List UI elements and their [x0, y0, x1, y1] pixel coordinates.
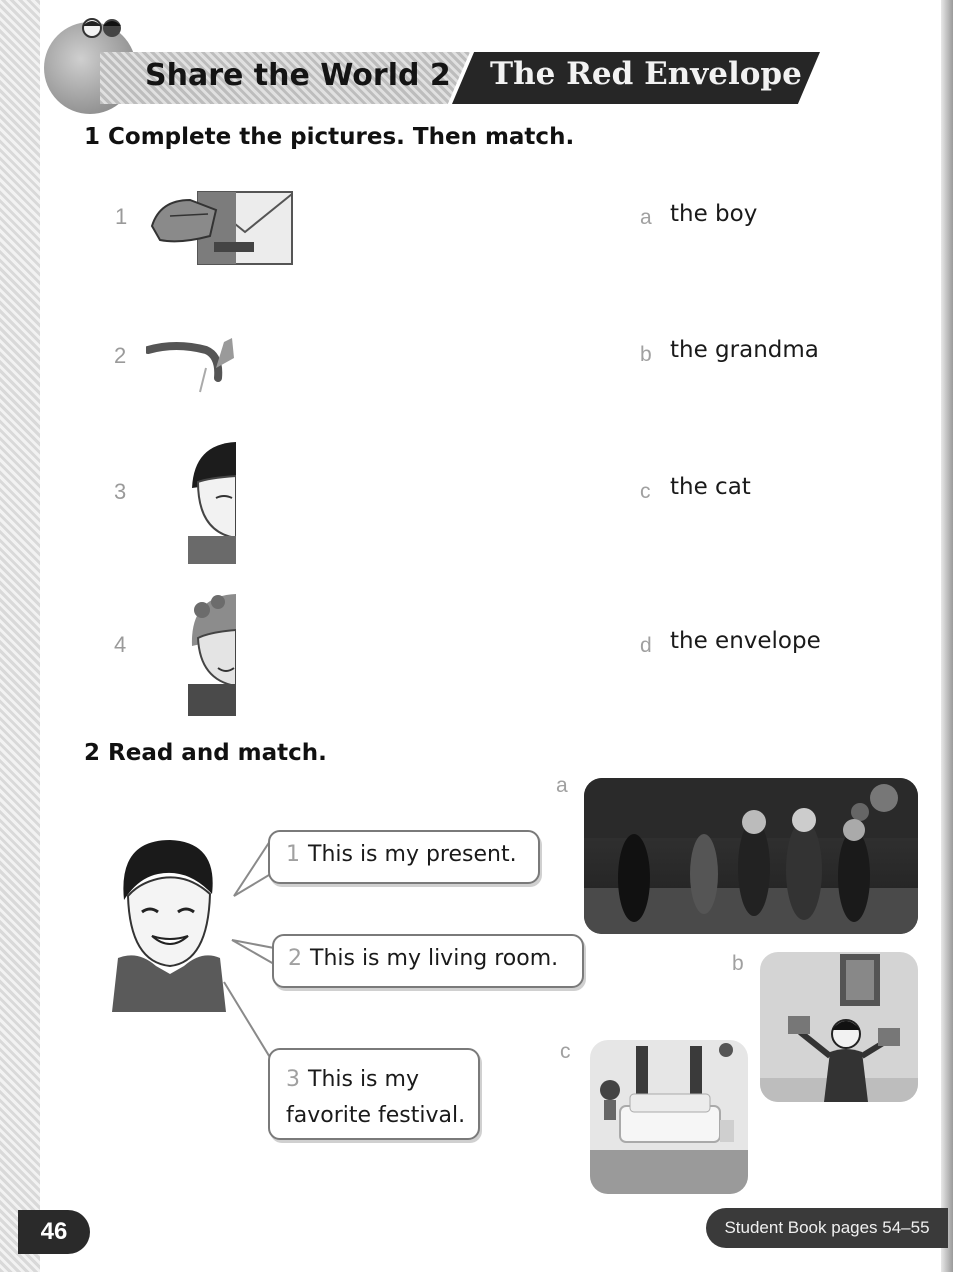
answer-option[interactable]: the grandma: [670, 337, 819, 363]
exercise-2-heading: 2 Read and match.: [84, 740, 327, 766]
speech-bubble-2[interactable]: 2 This is my living room.: [272, 934, 584, 988]
answer-option[interactable]: the envelope: [670, 628, 821, 654]
envelope-hand-picture[interactable]: [150, 186, 296, 268]
answer-letter: b: [640, 343, 652, 366]
section-title: Share the World 2: [145, 58, 451, 93]
speech-bubble-1[interactable]: 1 This is my present.: [268, 830, 540, 884]
answer-letter: a: [640, 206, 652, 229]
item-number: 4: [114, 632, 127, 657]
photo-letter-b: b: [732, 952, 744, 975]
answer-letter: c: [640, 480, 651, 503]
page-edge-shadow: [941, 0, 953, 1272]
boy-half-face-picture[interactable]: [188, 442, 236, 564]
photo-letter-c: c: [560, 1040, 571, 1063]
photo-c-living-room[interactable]: [590, 1040, 748, 1194]
student-book-reference: Student Book pages 54–55: [706, 1208, 948, 1248]
item-number: 3: [114, 479, 127, 504]
item-number: 2: [114, 343, 127, 368]
left-margin-pattern: [0, 0, 40, 1272]
bubble-number: 1: [286, 842, 300, 867]
page-number: 46: [18, 1210, 90, 1254]
bubble-number: 3: [286, 1067, 300, 1092]
grandma-half-face-picture[interactable]: [188, 594, 236, 716]
bubble-number: 2: [288, 946, 302, 971]
answer-option[interactable]: the cat: [670, 474, 751, 500]
photo-b-boy-envelopes[interactable]: [760, 952, 918, 1102]
bubble-text: This is my present.: [308, 842, 517, 867]
page-title: The Red Envelope: [490, 56, 802, 92]
item-number: 1: [115, 204, 128, 229]
bubble-text: This is my living room.: [310, 946, 559, 971]
exercise-1-heading: 1 Complete the pictures. Then match.: [84, 124, 575, 150]
bubble-text-line2: favorite festival.: [286, 1103, 466, 1128]
bubble-text-line1: This is my: [308, 1067, 419, 1092]
cat-tail-picture[interactable]: [146, 338, 238, 394]
boy-portrait-picture: [112, 840, 226, 1012]
speech-bubble-3[interactable]: 3 This is my favorite festival.: [268, 1048, 480, 1140]
answer-letter: d: [640, 634, 652, 657]
photo-letter-a: a: [556, 774, 568, 797]
kids-icon: [82, 18, 121, 38]
answer-option[interactable]: the boy: [670, 201, 757, 227]
photo-a-festival-street[interactable]: [584, 778, 918, 934]
